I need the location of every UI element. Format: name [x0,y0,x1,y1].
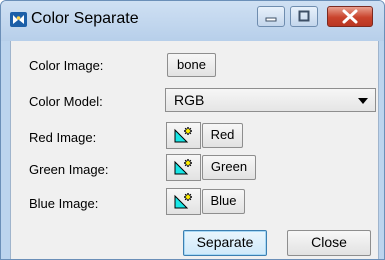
close-button[interactable]: Close [287,230,371,256]
window-title: Color Separate [31,10,139,27]
blue-image-button[interactable]: Blue [202,189,245,214]
blue-new-image-button[interactable] [166,188,201,215]
green-image-label: Green Image: [29,162,109,177]
red-image-label: Red Image: [29,130,97,145]
title-bar[interactable]: Color Separate [1,1,384,41]
app-logo-icon [10,12,27,27]
color-image-button[interactable]: bone [167,53,216,77]
red-new-image-button[interactable] [166,122,201,149]
maximize-button[interactable] [290,6,318,27]
new-image-icon [174,193,192,209]
color-model-label: Color Model: [29,94,103,109]
color-model-value: RGB [174,92,205,108]
dialog-body: Color Image: bone Color Model: RGB Red I… [10,41,379,259]
green-new-image-button[interactable] [166,154,201,181]
minimize-button[interactable] [257,6,285,27]
close-icon [342,9,358,24]
red-image-button[interactable]: Red [202,123,243,148]
close-window-button[interactable] [327,6,373,27]
new-image-icon [174,127,192,143]
dialog-window: Color Separate Color Image: bone Color M… [0,0,385,260]
color-model-select[interactable]: RGB [165,88,376,112]
color-image-label: Color Image: [29,58,104,73]
chevron-down-icon [358,98,368,104]
blue-image-label: Blue Image: [29,196,99,211]
minimize-icon [265,17,277,22]
maximize-icon [298,10,310,22]
separate-button[interactable]: Separate [183,230,267,256]
green-image-button[interactable]: Green [202,155,256,180]
new-image-icon [174,159,192,175]
